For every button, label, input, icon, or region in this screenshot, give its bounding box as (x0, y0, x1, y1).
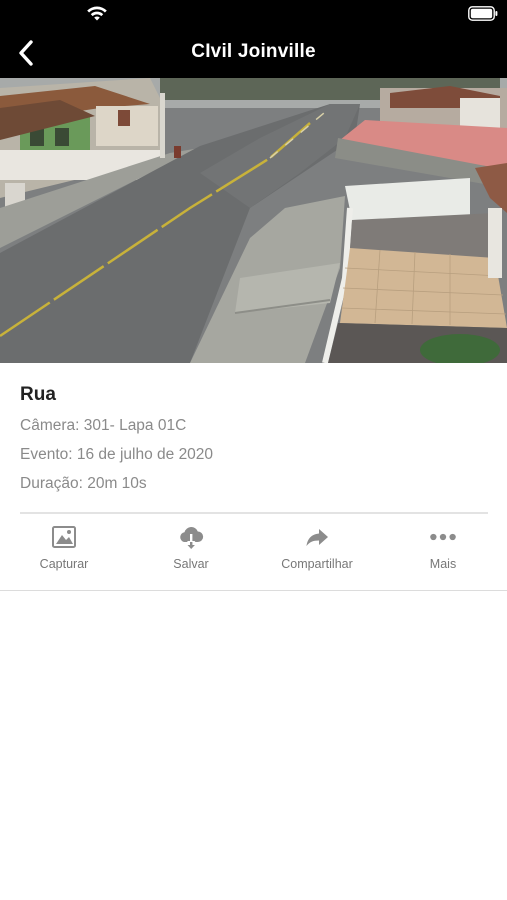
battery-icon (468, 6, 498, 21)
camera-label: Câmera: 301- Lapa 01C (20, 417, 187, 434)
share-label: Compartilhar (281, 557, 353, 571)
share-button[interactable]: Compartilhar (262, 520, 372, 582)
capture-label: Capturar (39, 557, 89, 571)
capture-button[interactable]: Capturar (9, 520, 119, 582)
event-details: Rua Câmera: 301- Lapa 01C Evento: 16 de … (20, 384, 490, 493)
status-bar (0, 0, 507, 28)
cloud-download-icon (180, 527, 204, 549)
action-bar: Capturar Salvar Compartilhar Mais (0, 520, 507, 584)
wifi-icon (87, 6, 107, 21)
camera-feed-image[interactable] (0, 78, 507, 363)
section-divider (0, 590, 507, 591)
more-button[interactable]: Mais (388, 520, 498, 582)
more-label: Mais (429, 557, 457, 571)
page-title: CIvil Joinville (191, 41, 316, 62)
event-date-label: Evento: 16 de julho de 2020 (20, 446, 214, 463)
save-button[interactable]: Salvar (136, 520, 246, 582)
save-label: Salvar (173, 557, 209, 571)
image-icon (52, 526, 76, 548)
share-arrow-icon (306, 529, 328, 546)
more-dots-icon (430, 533, 456, 541)
navigation-bar: CIvil Joinville (0, 28, 507, 78)
duration-label: Duração: 20m 10s (20, 475, 147, 492)
event-title: Rua (20, 384, 56, 405)
divider (20, 512, 488, 514)
